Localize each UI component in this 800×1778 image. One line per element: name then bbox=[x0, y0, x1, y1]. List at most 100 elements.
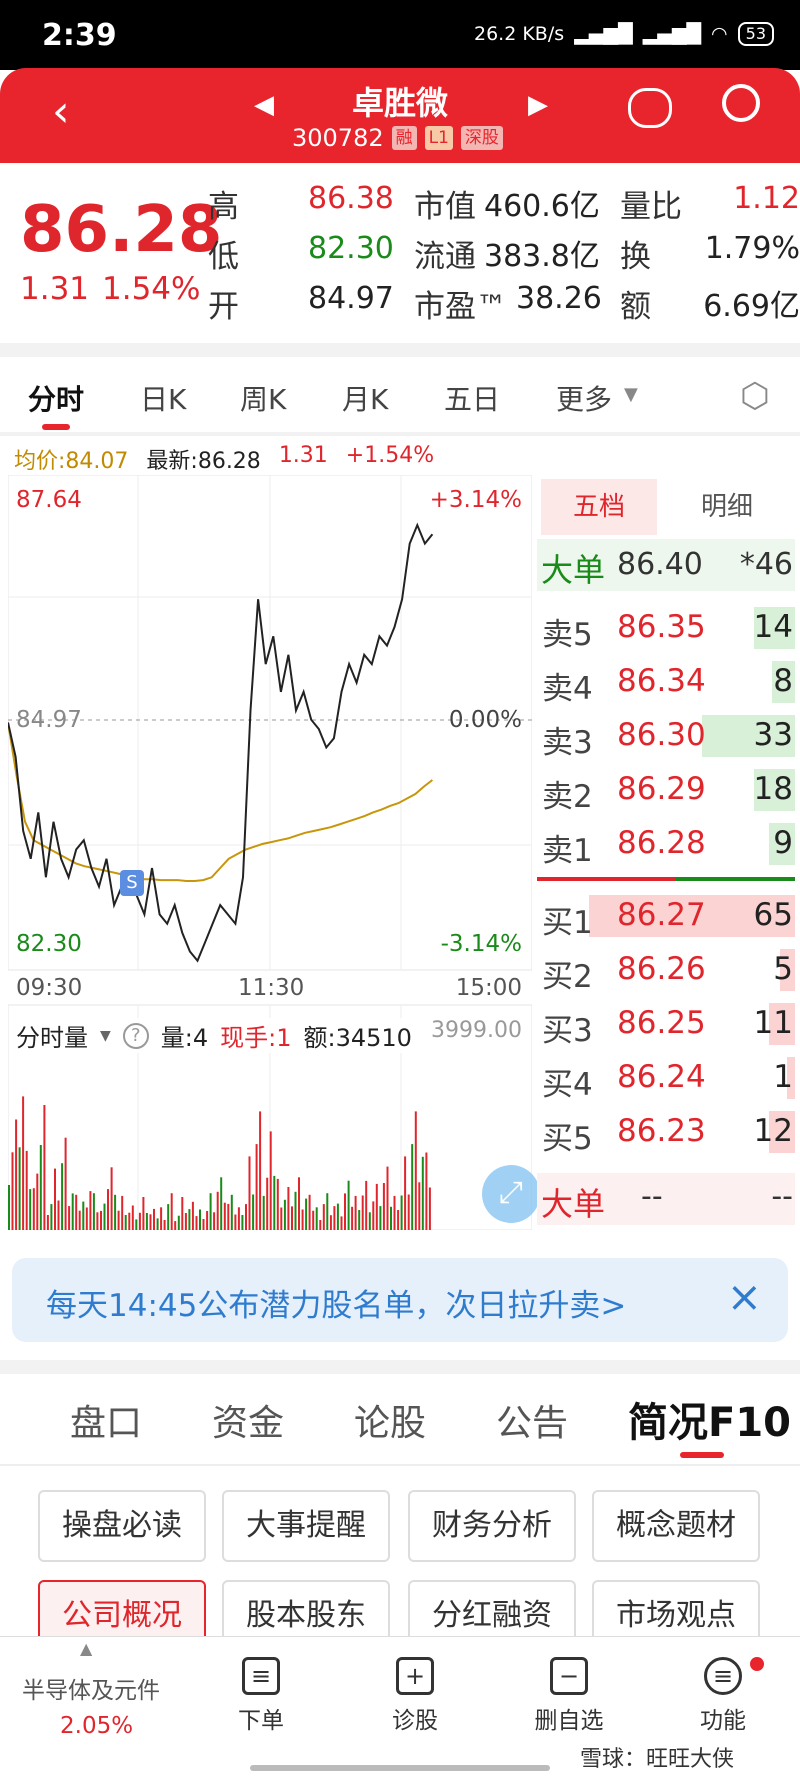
buy-row[interactable]: 买4 86.24 1 bbox=[537, 1051, 795, 1105]
level-price: 86.24 bbox=[617, 1059, 706, 1095]
tab-indicator bbox=[42, 424, 70, 430]
nav-order[interactable]: ≡ 下单 bbox=[206, 1657, 316, 1735]
high-value: 86.38 bbox=[308, 181, 394, 216]
tab-five-day[interactable]: 五日 bbox=[444, 378, 500, 418]
sell-row[interactable]: 卖1 86.28 9 bbox=[537, 817, 795, 871]
volume-ratio-label: 量比 bbox=[620, 189, 682, 225]
level-label: 卖1 bbox=[542, 833, 593, 869]
volume-bar bbox=[43, 1105, 46, 1230]
robot-icon[interactable] bbox=[628, 88, 672, 128]
volume-bar bbox=[287, 1187, 290, 1230]
big-order-qty: *46 bbox=[739, 547, 793, 582]
margin-tag: 融 bbox=[391, 126, 417, 150]
volume-bar bbox=[425, 1152, 428, 1230]
btn-trading-guide[interactable]: 操盘必读 bbox=[38, 1490, 206, 1562]
settings-icon[interactable]: ⬡ bbox=[740, 376, 770, 416]
amount-label: 额 bbox=[620, 289, 651, 325]
tab-monthly-k[interactable]: 月K bbox=[342, 378, 388, 418]
pct-min-label: -3.14% bbox=[440, 931, 522, 957]
intraday-chart-svg bbox=[7, 474, 533, 1231]
tab-handicap[interactable]: 盘口 bbox=[70, 1394, 142, 1446]
volume-bar bbox=[206, 1211, 209, 1230]
level-label: 买2 bbox=[542, 959, 593, 995]
open-label: 开 bbox=[208, 289, 239, 325]
spacer bbox=[0, 1230, 800, 1244]
sell-row[interactable]: 卖5 86.35 14 bbox=[537, 601, 795, 655]
mcap-value: 460.6亿 bbox=[484, 189, 600, 224]
turnover-value: 1.79% bbox=[704, 231, 800, 266]
volume-max: 3999.00 bbox=[431, 1018, 522, 1043]
tab-weekly-k[interactable]: 周K bbox=[240, 378, 286, 418]
big-order-bottom: 大单 -- -- bbox=[537, 1173, 795, 1225]
chevron-up-icon[interactable]: ▲ bbox=[80, 1639, 92, 1658]
volume-bar bbox=[160, 1207, 163, 1230]
btn-financial[interactable]: 财务分析 bbox=[408, 1490, 576, 1562]
tab-intraday[interactable]: 分时 bbox=[28, 378, 84, 418]
volume-bar bbox=[414, 1111, 417, 1230]
quote-panel: 86.28 1.31 1.54% 高 86.38 低 82.30 开 84.97… bbox=[0, 163, 800, 343]
btn-events[interactable]: 大事提醒 bbox=[222, 1490, 390, 1562]
x-label-mid: 11:30 bbox=[238, 975, 305, 1001]
search-icon[interactable] bbox=[722, 84, 760, 122]
nav-remove-watchlist[interactable]: − 删自选 bbox=[514, 1657, 624, 1735]
volume-bar bbox=[22, 1096, 25, 1230]
expand-icon[interactable]: ⤢ bbox=[482, 1165, 540, 1223]
intraday-chart[interactable]: 87.64 +3.14% 84.97 0.00% 82.30 -3.14% 09… bbox=[7, 474, 540, 1231]
volume-bar bbox=[276, 1178, 279, 1230]
buy-row[interactable]: 买3 86.25 11 bbox=[537, 997, 795, 1051]
volume-bar bbox=[110, 1167, 113, 1230]
level-qty: 1 bbox=[773, 1059, 793, 1095]
buy-row[interactable]: 买2 86.26 5 bbox=[537, 943, 795, 997]
sell-row[interactable]: 卖2 86.29 18 bbox=[537, 763, 795, 817]
level-label: 买3 bbox=[542, 1013, 593, 1049]
tab-f10[interactable]: 简况F10 bbox=[628, 1390, 791, 1448]
exchange-tag: 深股 bbox=[460, 126, 503, 150]
nav-diagnose[interactable]: + 诊股 bbox=[360, 1657, 470, 1735]
volume-bar bbox=[46, 1215, 49, 1230]
tab-discussion[interactable]: 论股 bbox=[354, 1394, 426, 1446]
sell-row[interactable]: 卖4 86.34 8 bbox=[537, 655, 795, 709]
section-tabs: 盘口 资金 论股 公告 简况F10 bbox=[0, 1380, 800, 1460]
close-icon[interactable]: × bbox=[727, 1272, 762, 1321]
x-label-end: 15:00 bbox=[455, 975, 522, 1001]
pe-value: 38.26 bbox=[516, 281, 602, 316]
stock-header: ‹ ◀ ▶ 卓胜微 300782 融 L1 深股 bbox=[0, 68, 800, 163]
btn-concepts[interactable]: 概念题材 bbox=[592, 1490, 760, 1562]
sector-pct: 2.05% bbox=[60, 1713, 134, 1739]
tab-daily-k[interactable]: 日K bbox=[140, 378, 186, 418]
float-label: 流通 bbox=[414, 239, 476, 275]
signal-s-icon[interactable]: S bbox=[120, 870, 144, 896]
volume-bar bbox=[421, 1156, 424, 1230]
volume-bar bbox=[92, 1193, 95, 1230]
tab-five-level[interactable]: 五档 bbox=[541, 479, 657, 535]
tab-details[interactable]: 明细 bbox=[667, 479, 787, 535]
volume-dropdown[interactable]: 分时量 bbox=[16, 1018, 88, 1053]
volume-bar bbox=[269, 1131, 272, 1230]
buy-row[interactable]: 买1 86.27 65 bbox=[537, 889, 795, 943]
level-price: 86.35 bbox=[617, 609, 706, 645]
home-indicator[interactable] bbox=[250, 1765, 550, 1771]
big-order-top: 大单 86.40 *46 bbox=[537, 539, 795, 591]
volume-bar bbox=[252, 1194, 255, 1230]
chevron-down-icon: ▼ bbox=[624, 384, 638, 405]
volume-bar bbox=[379, 1206, 382, 1230]
level-price: 86.28 bbox=[617, 825, 706, 861]
volume-bar bbox=[11, 1152, 14, 1230]
tab-announcements[interactable]: 公告 bbox=[496, 1394, 568, 1446]
watermark: 雪球：旺旺大侠 bbox=[580, 1747, 735, 1772]
chart-change-pct: +1.54% bbox=[345, 443, 435, 468]
help-icon[interactable]: ? bbox=[122, 1022, 149, 1049]
level-label: 卖3 bbox=[542, 725, 593, 761]
tab-funds[interactable]: 资金 bbox=[212, 1394, 284, 1446]
buy-row[interactable]: 买5 86.23 12 bbox=[537, 1105, 795, 1159]
signal-icon-2: ▂▄▆█ bbox=[642, 23, 702, 45]
tab-more[interactable]: 更多 bbox=[556, 378, 612, 418]
volume-bar bbox=[245, 1204, 247, 1230]
volume-bar bbox=[400, 1195, 403, 1230]
order-icon: ≡ bbox=[242, 1657, 280, 1695]
sell-row[interactable]: 卖3 86.30 33 bbox=[537, 709, 795, 763]
promo-banner[interactable]: 每天14:45公布潜力股名单，次日拉升卖> × bbox=[12, 1258, 788, 1342]
sector-name[interactable]: 半导体及元件 bbox=[22, 1671, 160, 1705]
current-hand: 现手:1 bbox=[220, 1024, 292, 1052]
y-mid-label: 84.97 bbox=[16, 707, 82, 733]
